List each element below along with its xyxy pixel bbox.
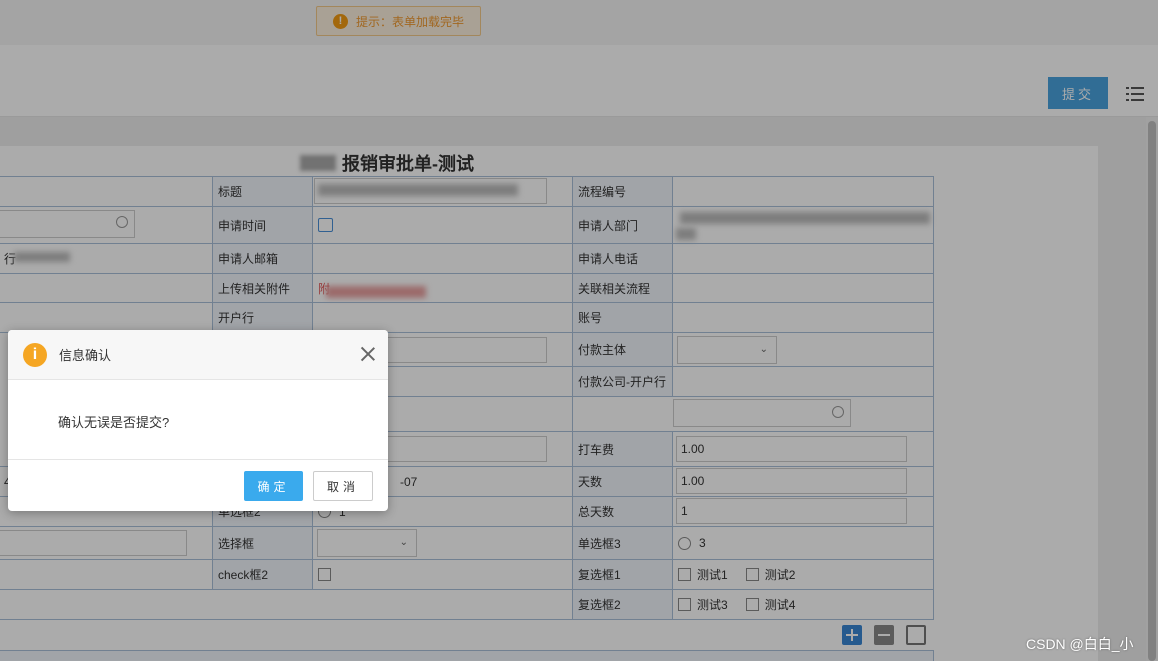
- confirm-dialog: i 信息确认 确认无误是否提交? 确定 取消: [8, 330, 388, 511]
- watermark: CSDN @白白_小: [1026, 636, 1134, 652]
- confirm-button[interactable]: 确定: [244, 471, 303, 501]
- close-icon[interactable]: [360, 346, 376, 362]
- info-icon: i: [23, 342, 47, 367]
- cancel-button[interactable]: 取消: [313, 471, 373, 501]
- dialog-header: i 信息确认: [8, 330, 388, 380]
- dialog-title: 信息确认: [59, 348, 112, 363]
- dialog-footer: 确定 取消: [8, 459, 388, 511]
- dialog-message: 确认无误是否提交?: [58, 415, 170, 430]
